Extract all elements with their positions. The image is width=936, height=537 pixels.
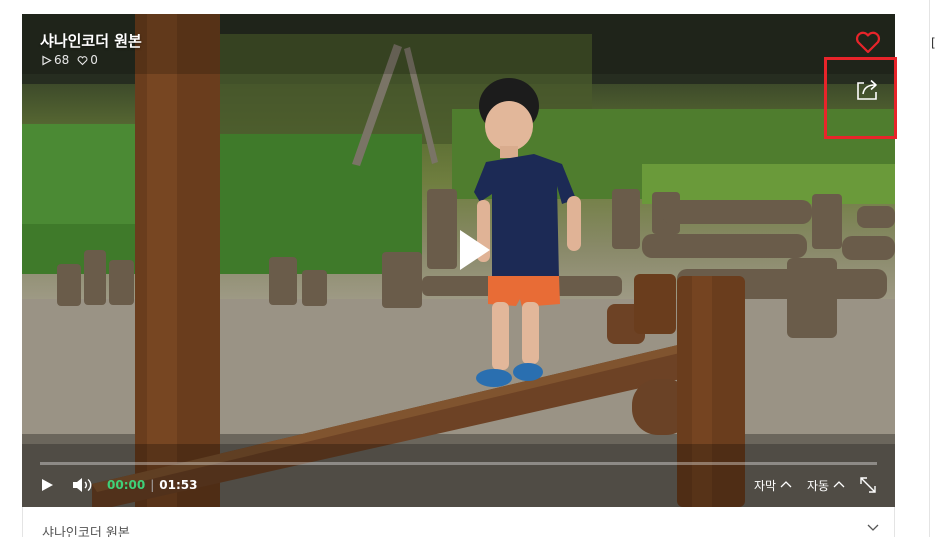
fullscreen-button[interactable] [859, 473, 877, 497]
time-separator: | [150, 478, 155, 492]
current-time: 00:00 [107, 478, 146, 492]
likes-count: 0 [90, 53, 98, 67]
right-divider [929, 0, 930, 537]
volume-button[interactable] [72, 473, 96, 497]
progress-bar[interactable] [40, 462, 877, 465]
play-outline-icon [42, 55, 52, 65]
caption-label: 자막 [754, 478, 777, 493]
control-bar: 00:00 | 01:53 자막 자동 [22, 473, 895, 501]
auto-label: 자동 [807, 478, 830, 493]
time-display: 00:00 | 01:53 [107, 473, 197, 497]
chevron-up-icon [833, 481, 845, 488]
heart-icon [855, 31, 881, 54]
video-player[interactable]: 샤나인코더 원본 68 0 00:00 | 01:53 자막 자동 [22, 14, 895, 507]
heart-outline-icon [77, 55, 88, 65]
play-icon [460, 230, 490, 270]
duration: 01:53 [159, 478, 198, 492]
edge-mark: [ [931, 36, 936, 50]
page: 샤나인코더 원본 68 0 00:00 | 01:53 자막 자동 샤나인코더 … [0, 0, 936, 537]
views-stat: 68 [41, 53, 69, 67]
video-info-bar[interactable]: 샤나인코더 원본 [22, 507, 895, 537]
play-icon [42, 479, 53, 491]
info-title: 샤나인코더 원본 [42, 526, 130, 537]
share-button[interactable] [855, 76, 881, 102]
like-button[interactable] [854, 29, 882, 55]
play-button[interactable] [40, 473, 56, 497]
caption-button[interactable]: 자막 [754, 473, 793, 497]
auto-quality-button[interactable]: 자동 [807, 473, 846, 497]
fullscreen-icon [860, 477, 876, 493]
video-stats: 68 0 [41, 53, 98, 67]
chevron-up-icon [780, 481, 792, 488]
volume-icon [73, 478, 92, 492]
chevron-down-icon[interactable] [866, 523, 880, 533]
views-count: 68 [54, 53, 70, 67]
share-icon [857, 79, 877, 100]
center-play-button[interactable] [440, 220, 500, 280]
likes-stat: 0 [77, 53, 98, 67]
video-title: 샤나인코더 원본 [40, 32, 142, 50]
